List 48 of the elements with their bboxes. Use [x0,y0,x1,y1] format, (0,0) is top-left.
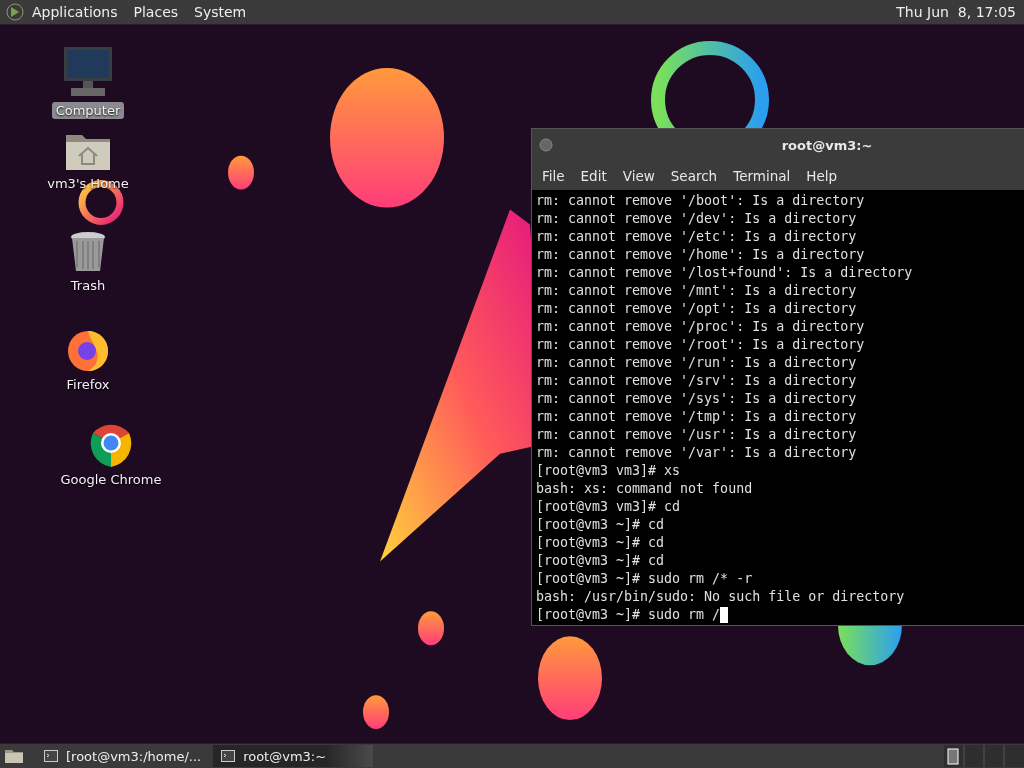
terminal-line: rm: cannot remove '/sys': Is a directory [536,390,857,408]
terminal-icon [221,750,236,762]
monitor-icon [63,46,113,98]
terminal-line: [root@vm3 ~]# sudo rm / [536,606,721,624]
terminal-line: rm: cannot remove '/var': Is a directory [536,444,857,462]
terminal-icon [44,750,58,762]
clock[interactable]: Thu Jun 8, 17:05 [896,4,1024,20]
workspace-switcher[interactable] [944,745,1024,767]
terminal-line: [root@vm3 ~]# sudo rm /* -r [536,570,753,588]
terminal-line: bash: /usr/bin/sudo: No such file or directory [536,588,905,606]
menu-item[interactable]: View [616,168,665,184]
terminal-line: [root@vm3 ~]# cd [536,534,665,552]
terminal-line: rm: cannot remove '/proc': Is a directory [536,318,865,336]
trash-icon [69,231,107,273]
terminal-line: rm: cannot remove '/etc': Is a directory [536,228,857,246]
terminal-line: rm: cannot remove '/run': Is a directory [536,354,857,372]
menu-item[interactable]: Edit [574,168,617,184]
terminal-line: rm: cannot remove '/tmp': Is a directory [536,408,857,426]
panel-menu[interactable]: System [186,4,255,20]
taskbar-task[interactable]: [root@vm3:/home/... [36,745,210,767]
terminal-line: rm: cannot remove '/lost+found': Is a directory [536,264,913,282]
menu-item[interactable]: File [536,168,575,184]
terminal-line: rm: cannot remove '/dev': Is a directory [536,210,857,228]
terminal-line: rm: cannot remove '/opt': Is a directory [536,300,857,318]
show-desktop-icon[interactable] [4,748,24,764]
terminal-line: rm: cannot remove '/usr': Is a directory [536,426,857,444]
terminal-line: rm: cannot remove '/boot': Is a directory [536,192,865,210]
terminal-line: [root@vm3 ~]# cd [536,552,665,570]
menu-item[interactable]: Help [800,168,848,184]
desktop-icon-label[interactable]: Firefox [62,376,114,393]
window-menu-icon[interactable] [538,137,554,153]
window-title: root@vm3:~ [780,138,873,153]
desktop-icon-label[interactable]: Trash [66,277,110,294]
panel-menu[interactable]: Places [125,4,187,20]
terminal-line: rm: cannot remove '/root': Is a directory [536,336,865,354]
desktop-icon-label[interactable]: Google Chrome [56,471,166,488]
taskbar-task[interactable]: root@vm3:~ [213,745,374,767]
terminal-line: bash: xs: command not found [536,480,753,498]
menu-item[interactable]: Search [664,168,728,184]
menu-logo-icon [6,3,24,21]
terminal-line: rm: cannot remove '/mnt': Is a directory [536,282,857,300]
menu-item[interactable]: Terminal [727,168,801,184]
terminal-line: rm: cannot remove '/srv': Is a directory [536,372,857,390]
panel-menu[interactable]: Applications [24,4,126,20]
terminal-line: [root@vm3 vm3]# cd [536,498,681,516]
terminal-line: rm: cannot remove '/home': Is a directory [536,246,865,264]
terminal-line: [root@vm3 ~]# cd [536,516,665,534]
terminal-line: [root@vm3 vm3]# xs [536,462,681,480]
